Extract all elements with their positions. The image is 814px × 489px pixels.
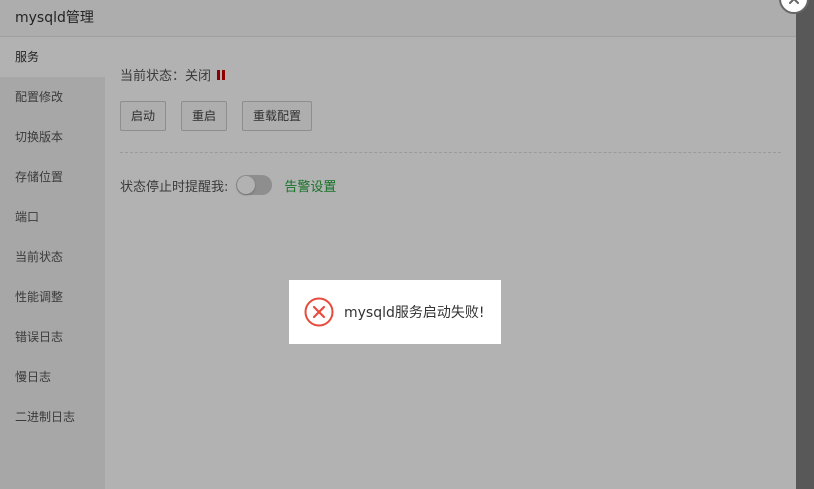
error-toast: mysqld服务启动失败! (289, 280, 501, 344)
mysqld-manager-window: mysqld管理 服务 配置修改 切换版本 存储位置 端口 当前状态 性能调整 … (0, 0, 796, 489)
close-icon (789, 0, 799, 4)
toast-message: mysqld服务启动失败! (344, 305, 485, 321)
modal-overlay (0, 0, 796, 489)
error-circle-x-icon (304, 297, 334, 327)
